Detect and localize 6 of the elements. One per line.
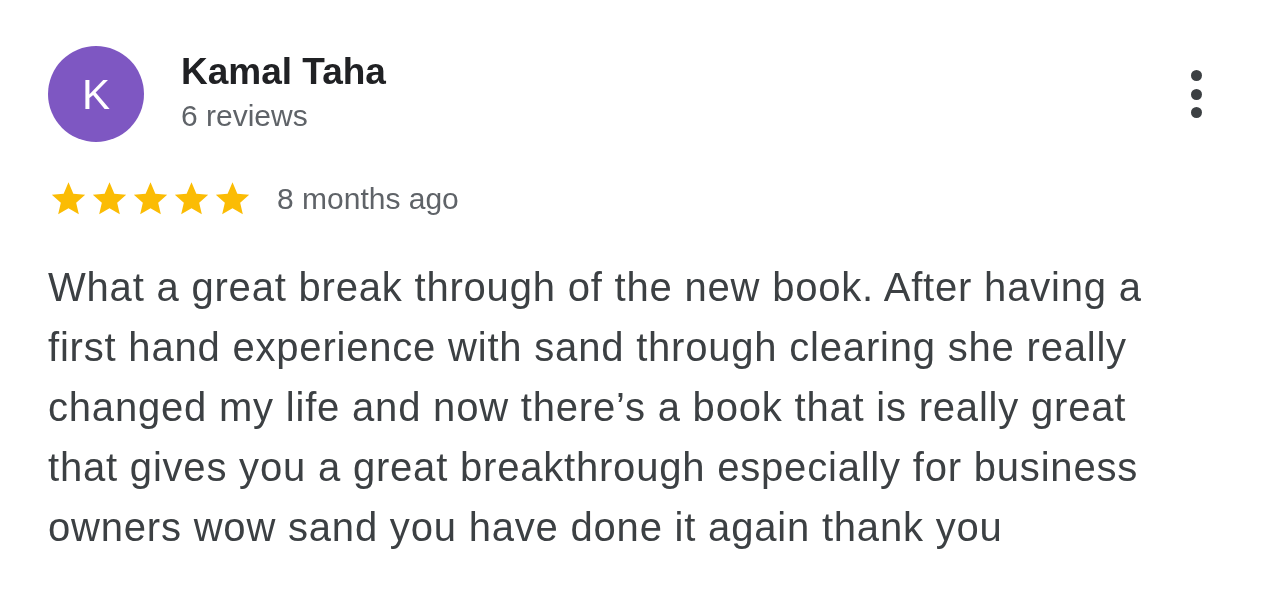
- author-name: Kamal Taha: [181, 50, 386, 94]
- avatar: K: [48, 46, 144, 142]
- review-count: 6 reviews: [181, 98, 309, 134]
- review-text: What a great break through of the new book. After having a first hand experience with sand through clearing she really changed my life and now there’s a book that is really great that gives you a great breakthrough especially for business owners wow sand you have done it again thank you: [48, 264, 1143, 551]
- more-options-icon[interactable]: [1190, 70, 1202, 118]
- review-time: 8 months ago: [277, 181, 459, 217]
